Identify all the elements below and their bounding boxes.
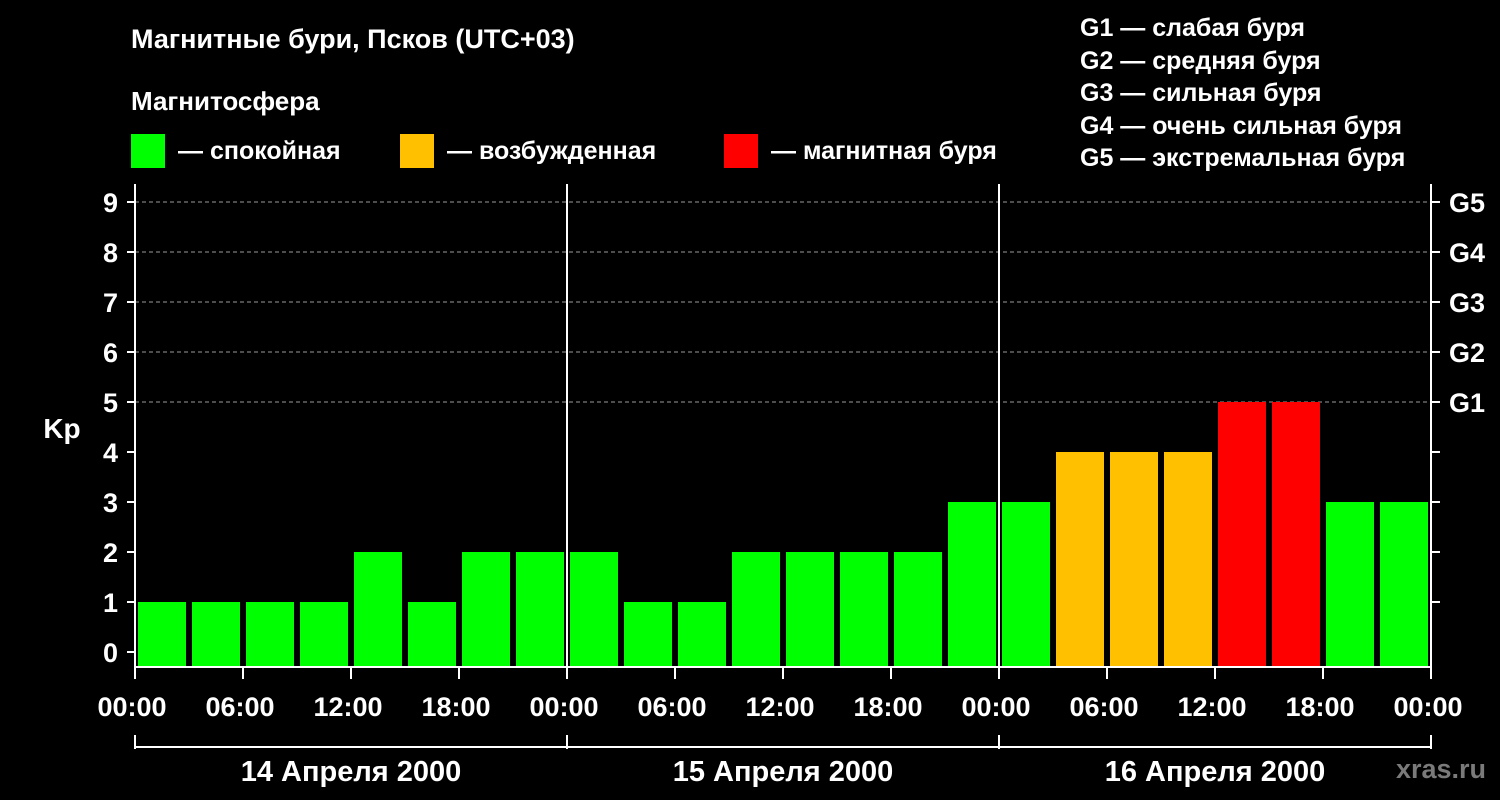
bars [138, 402, 1428, 667]
x-tick-label: 12:00 [313, 692, 382, 722]
x-tick-label: 06:00 [1069, 692, 1138, 722]
y-tick-label: 0 [103, 638, 118, 668]
kp-bar [1272, 402, 1320, 667]
kp-bar [1380, 502, 1428, 667]
x-tick-label: 12:00 [1177, 692, 1246, 722]
y-tick-label: 7 [103, 288, 118, 318]
x-tick-label: 00:00 [529, 692, 598, 722]
kp-bar [570, 552, 618, 667]
right-tick-label: G2 [1449, 338, 1485, 368]
kp-bar [246, 602, 294, 667]
y-tick-label: 3 [103, 488, 118, 518]
right-tick-label: G4 [1449, 238, 1485, 268]
day-label: 15 Апреля 2000 [673, 756, 894, 788]
x-tick-label: 18:00 [1285, 692, 1354, 722]
kp-bar [354, 552, 402, 667]
x-tick-label: 06:00 [637, 692, 706, 722]
x-tick-label: 00:00 [961, 692, 1030, 722]
grid-lines [135, 201, 1431, 403]
y-tick-label: 9 [103, 188, 118, 218]
kp-bar [138, 602, 186, 667]
x-axis: 00:00 06:00 12:00 18:00 00:00 06:00 12:00 18:00… [97, 667, 1463, 788]
x-tick-label: 00:00 [1393, 692, 1462, 722]
y-tick-label: 6 [103, 338, 118, 368]
right-axis: G1 G2 G3 G4 G5 [1431, 188, 1485, 603]
kp-bar [786, 552, 834, 667]
day-label: 14 Апреля 2000 [241, 756, 462, 788]
kp-bar [192, 602, 240, 667]
y-tick-label: 1 [103, 588, 118, 618]
x-tick-label: 18:00 [421, 692, 490, 722]
kp-bar [840, 552, 888, 667]
kp-bar [1164, 452, 1212, 667]
y-axis: 0 1 2 3 4 5 6 7 8 9 [103, 188, 135, 668]
kp-bar [948, 502, 996, 667]
kp-bar [516, 552, 564, 667]
kp-bar [1056, 452, 1104, 667]
kp-bar [1326, 502, 1374, 667]
kp-chart: 0 1 2 3 4 5 6 7 8 9 G1 G2 G3 G4 G5 00:00 06:00 12:00 18:… [43, 184, 1485, 788]
kp-bar [1218, 402, 1266, 667]
y-axis-label: Kp [43, 413, 80, 444]
x-tick-label: 12:00 [745, 692, 814, 722]
x-tick-label: 18:00 [853, 692, 922, 722]
right-tick-label: G5 [1449, 188, 1485, 218]
right-tick-label: G1 [1449, 388, 1485, 418]
x-tick-label: 00:00 [97, 692, 166, 722]
watermark: xras.ru [1395, 754, 1486, 784]
kp-bar [894, 552, 942, 667]
y-tick-label: 8 [103, 238, 118, 268]
kp-bar [732, 552, 780, 667]
right-tick-label: G3 [1449, 288, 1485, 318]
kp-bar [624, 602, 672, 667]
y-tick-label: 2 [103, 538, 118, 568]
kp-bar [408, 602, 456, 667]
y-tick-label: 4 [103, 438, 118, 468]
day-label: 16 Апреля 2000 [1105, 756, 1326, 788]
x-tick-label: 06:00 [205, 692, 274, 722]
kp-bar [1002, 502, 1050, 667]
kp-bar [678, 602, 726, 667]
kp-bar [300, 602, 348, 667]
kp-bar [1110, 452, 1158, 667]
y-tick-label: 5 [103, 388, 118, 418]
kp-bar [462, 552, 510, 667]
